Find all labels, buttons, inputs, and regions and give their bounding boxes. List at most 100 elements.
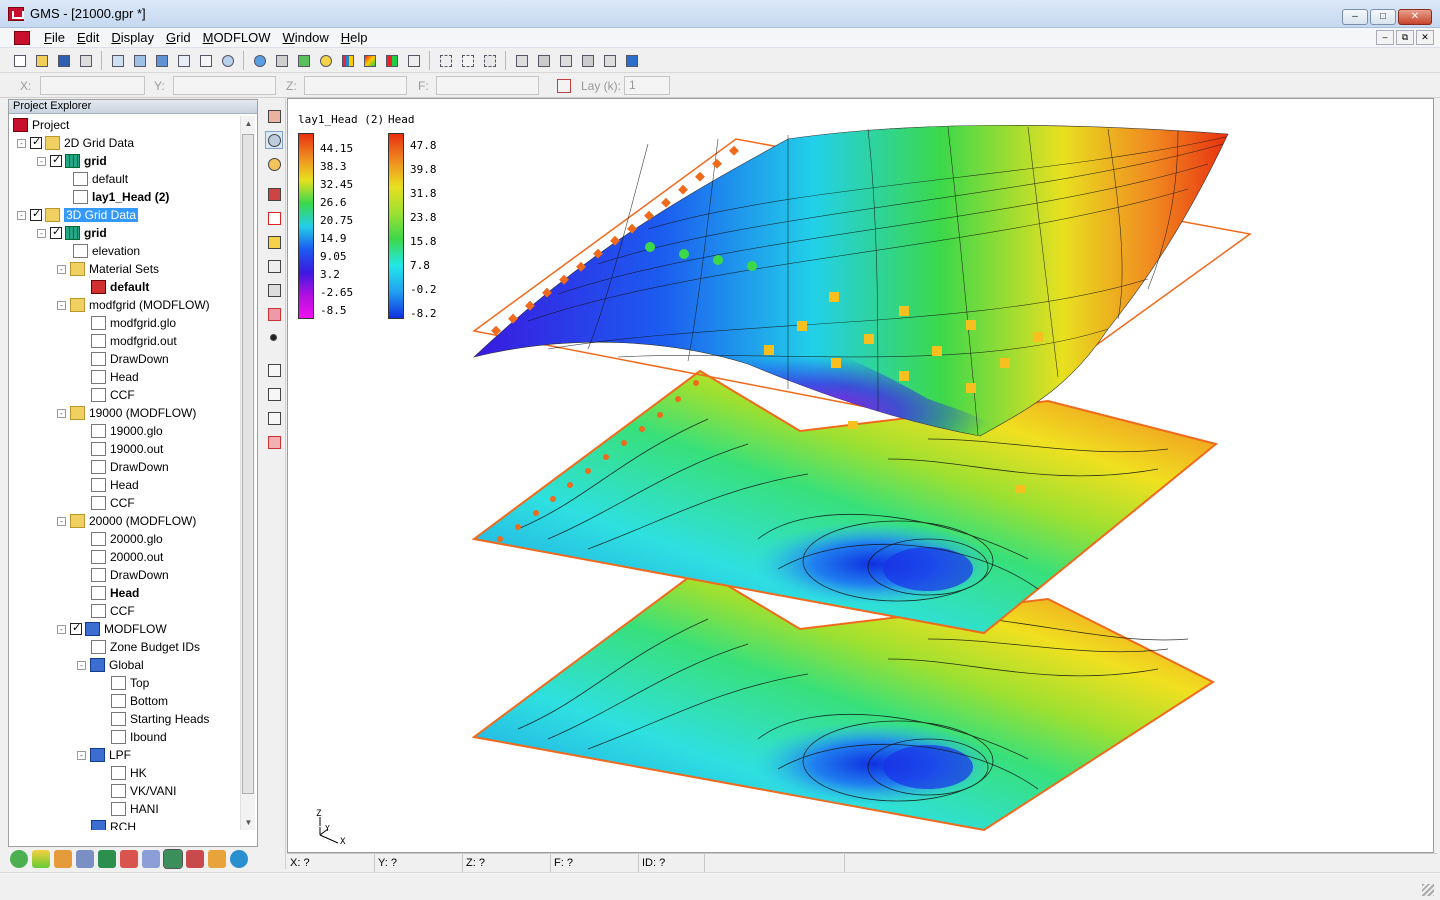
pan-tool-icon[interactable] [265, 107, 283, 125]
select-row-tool-icon[interactable] [265, 305, 283, 323]
collapse-icon[interactable]: - [57, 624, 66, 634]
select-cells-icon[interactable] [436, 51, 455, 70]
tree-node-20000[interactable]: - 20000 (MODFLOW) [57, 512, 196, 530]
gms-app-icon[interactable] [8, 7, 24, 21]
maximize-button[interactable]: □ [1370, 9, 1396, 25]
collapse-icon[interactable]: - [77, 660, 86, 670]
doc-restore-button[interactable]: ⧉ [1396, 30, 1414, 45]
select-cell-tool-icon[interactable] [265, 185, 283, 203]
refresh-icon[interactable] [294, 51, 313, 70]
menu-file[interactable]: File [38, 30, 71, 46]
tree-node-zone-budget[interactable]: Zone Budget IDs [91, 638, 200, 656]
y-coord-field[interactable] [173, 76, 276, 95]
resize-grip-icon[interactable] [1422, 884, 1434, 896]
select-layer-tool-icon[interactable] [265, 257, 283, 275]
tree-node-lpf[interactable]: - LPF [77, 746, 131, 764]
menu-grid[interactable]: Grid [160, 30, 197, 46]
tree-node-drawdown[interactable]: DrawDown [91, 566, 169, 584]
graphics-viewport[interactable]: Z Y X lay1_Head (2) 44.15 38.3 32.45 26.… [287, 98, 1434, 853]
menu-modflow[interactable]: MODFLOW [197, 30, 277, 46]
tree-node-head-active[interactable]: Head [91, 584, 139, 602]
x-coord-field[interactable] [40, 76, 145, 95]
menu-window[interactable]: Window [277, 30, 335, 46]
tree-node-drawdown[interactable]: DrawDown [91, 458, 169, 476]
collapse-icon[interactable]: - [17, 210, 26, 220]
print-icon[interactable] [76, 51, 95, 70]
tree-node-20000-glo[interactable]: 20000.glo [91, 530, 163, 548]
tree-node-drawdown[interactable]: DrawDown [91, 350, 169, 368]
tree-node-ccf[interactable]: CCF [91, 602, 135, 620]
collapse-icon[interactable]: - [17, 138, 26, 148]
rotate-tool-icon[interactable] [265, 155, 283, 173]
f-value-field[interactable] [436, 76, 539, 95]
chart-icon[interactable] [338, 51, 357, 70]
menu-help[interactable]: Help [335, 30, 374, 46]
tree-scrollbar[interactable]: ▲ ▼ [240, 116, 255, 830]
scatter-2d-module-icon[interactable] [120, 850, 138, 868]
tree-node-2d-grid[interactable]: - grid [37, 152, 107, 170]
2d-mesh-module-icon[interactable] [76, 850, 94, 868]
contour-icon[interactable] [382, 51, 401, 70]
tree-node-3d-grid-data[interactable]: - 3D Grid Data [17, 206, 139, 224]
edit-node-tool-icon[interactable] [265, 385, 283, 403]
2d-grid-module-icon[interactable] [98, 850, 116, 868]
tree-node-material-default[interactable]: default [91, 278, 149, 296]
tree-node-head[interactable]: Head [91, 368, 139, 386]
tree-node-rch[interactable]: RCH [91, 818, 136, 830]
collapse-icon[interactable]: - [37, 228, 46, 238]
source-tool-icon[interactable] [600, 51, 619, 70]
collapse-icon[interactable]: - [57, 264, 66, 274]
tree-node-material-sets[interactable]: - Material Sets [57, 260, 159, 278]
select-all-icon[interactable] [480, 51, 499, 70]
select-ij-tool-icon[interactable] [265, 233, 283, 251]
create-point-tool-icon[interactable] [265, 329, 283, 347]
tin-module-icon[interactable] [10, 850, 28, 868]
view-front-icon[interactable] [108, 51, 127, 70]
collapse-icon[interactable]: - [77, 750, 86, 760]
tree-node-hani[interactable]: HANI [111, 800, 159, 818]
tree-node-19000[interactable]: - 19000 (MODFLOW) [57, 404, 196, 422]
tree-node-top[interactable]: Top [111, 674, 149, 692]
boundary-tool-icon[interactable] [578, 51, 597, 70]
collapse-icon[interactable]: - [57, 516, 66, 526]
tree-node-ccf[interactable]: CCF [91, 386, 135, 404]
tree-node-2d-grid-data[interactable]: - 2D Grid Data [17, 134, 134, 152]
z-coord-field[interactable] [304, 76, 407, 95]
view-3d-icon[interactable] [196, 51, 215, 70]
view-top-icon[interactable] [152, 51, 171, 70]
frame-image-icon[interactable] [218, 51, 237, 70]
solid-module-icon[interactable] [54, 850, 72, 868]
menu-edit[interactable]: Edit [71, 30, 105, 46]
calculator-icon[interactable] [404, 51, 423, 70]
tree-node-19000-glo[interactable]: 19000.glo [91, 422, 163, 440]
visibility-checkbox[interactable] [70, 621, 82, 635]
tree-node-hk[interactable]: HK [111, 764, 147, 782]
tree-node-modfgrid[interactable]: - modfgrid (MODFLOW) [57, 296, 210, 314]
open-folder-icon[interactable] [32, 51, 51, 70]
collapse-icon[interactable]: - [37, 156, 46, 166]
menu-display[interactable]: Display [105, 30, 160, 46]
visibility-checkbox[interactable] [30, 207, 42, 221]
tree-node-modfgrid-out[interactable]: modfgrid.out [91, 332, 177, 350]
tree-node-global[interactable]: - Global [77, 656, 144, 674]
info-icon[interactable] [250, 51, 269, 70]
document-icon[interactable] [14, 31, 30, 45]
layer-spinner[interactable]: 1 [624, 76, 670, 95]
tree-node-default[interactable]: default [73, 170, 128, 188]
close-button[interactable]: ✕ [1398, 9, 1432, 25]
tree-node-head[interactable]: Head [91, 476, 139, 494]
collapse-icon[interactable]: - [57, 408, 66, 418]
scatter-3d-module-icon[interactable] [186, 850, 204, 868]
tree-node-bottom[interactable]: Bottom [111, 692, 168, 710]
doc-minimize-button[interactable]: – [1376, 30, 1394, 45]
map-module-icon[interactable] [208, 850, 226, 868]
tree-node-vk-vani[interactable]: VK/VANI [111, 782, 176, 800]
zoom-tool-icon[interactable] [265, 131, 283, 149]
select-node-tool-icon[interactable] [265, 209, 283, 227]
cross-section-tool-icon[interactable] [265, 433, 283, 451]
tree-node-modflow[interactable]: - MODFLOW [57, 620, 167, 638]
tree-node-20000-out[interactable]: 20000.out [91, 548, 163, 566]
model-checker-icon[interactable] [534, 51, 553, 70]
tree-node-19000-out[interactable]: 19000.out [91, 440, 163, 458]
minimize-button[interactable]: – [1342, 9, 1368, 25]
